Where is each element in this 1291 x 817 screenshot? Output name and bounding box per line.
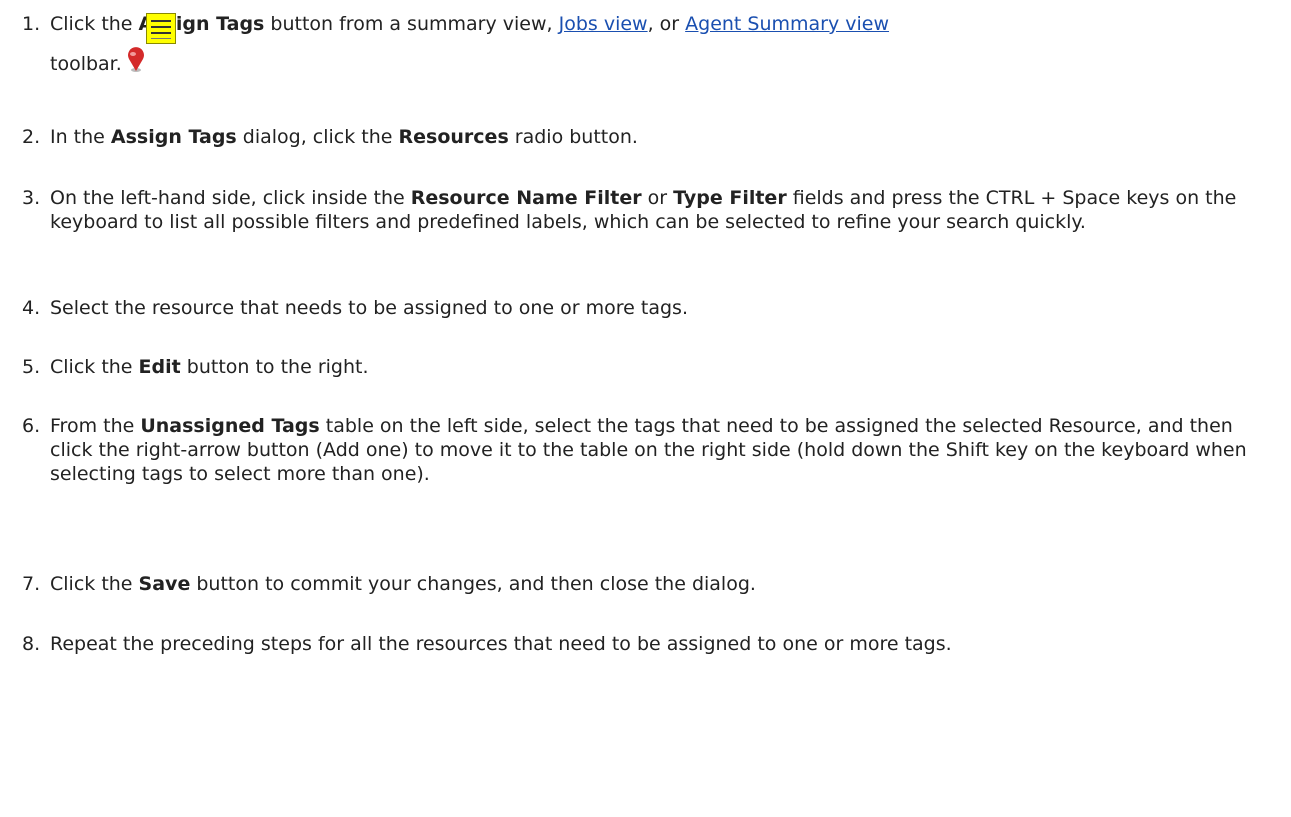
step-text: Click the Edit button to the right. (50, 356, 369, 378)
step-number: 1. (22, 13, 41, 35)
step-3: 3. On the left-hand side, click inside t… (0, 186, 1270, 234)
step-number: 7. (22, 573, 41, 595)
step-6: 6. From the Unassigned Tags table on the… (0, 414, 1270, 486)
step-number: 5. (22, 356, 41, 378)
step-7: 7. Click the Save button to commit your … (0, 572, 1270, 596)
note-icon[interactable] (146, 13, 176, 44)
step-text: Click the Save button to commit your cha… (50, 573, 756, 595)
agent-summary-view-link[interactable]: Agent Summary view (685, 13, 889, 35)
step-5: 5. Click the Edit button to the right. (0, 355, 1270, 379)
step-number: 4. (22, 297, 41, 319)
step-text: Click the Assign Tags button from a summ… (50, 12, 1270, 79)
step-number: 3. (22, 187, 41, 209)
step-4: 4. Select the resource that needs to be … (0, 296, 1270, 320)
step-2: 2. In the Assign Tags dialog, click the … (0, 125, 1270, 149)
step-text: From the Unassigned Tags table on the le… (50, 415, 1247, 485)
step-text: In the Assign Tags dialog, click the Res… (50, 126, 638, 148)
step-number: 6. (22, 415, 41, 437)
pin-icon[interactable] (124, 47, 148, 79)
step-8: 8. Repeat the preceding steps for all th… (0, 632, 1270, 656)
step-text: On the left-hand side, click inside the … (50, 187, 1237, 233)
step-1: 1. Click the Assign Tags button from a s… (0, 12, 1270, 79)
jobs-view-link[interactable]: Jobs view (559, 13, 648, 35)
step-number: 2. (22, 126, 41, 148)
step-number: 8. (22, 633, 41, 655)
step-text: Repeat the preceding steps for all the r… (50, 633, 952, 655)
step-text: Select the resource that needs to be ass… (50, 297, 688, 319)
